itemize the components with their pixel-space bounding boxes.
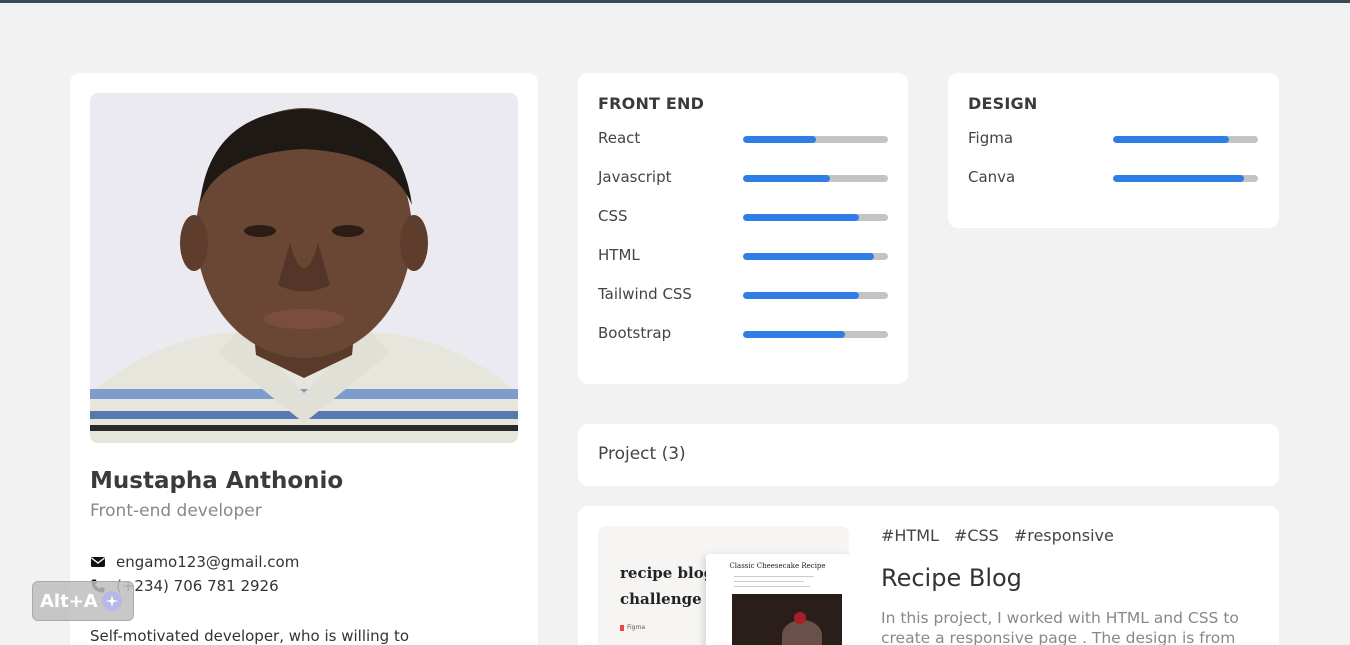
skill-bar-fill — [743, 136, 816, 143]
thumbnail-heading: challenge — [620, 590, 702, 608]
skill-bar-fill — [743, 214, 859, 221]
thumbnail-brand-label: Figma — [627, 624, 646, 631]
project-title[interactable]: Recipe Blog — [881, 564, 1022, 592]
skill-bar-fill — [1113, 175, 1244, 182]
design-skills-card: DESIGN Figma Canva — [948, 73, 1279, 228]
project-card[interactable]: recipe blog challenge Figma Classic Chee… — [578, 506, 1279, 645]
thumbnail-heading: recipe blog — [620, 564, 715, 582]
figma-icon — [620, 624, 624, 631]
projects-count-heading: Project (3) — [598, 444, 686, 464]
skill-row: CSS — [598, 207, 888, 229]
skill-name: React — [598, 129, 641, 147]
project-tag[interactable]: #responsive — [1014, 526, 1114, 545]
project-tag[interactable]: #HTML — [881, 526, 939, 545]
project-thumbnail[interactable]: recipe blog challenge Figma Classic Chee… — [598, 526, 849, 645]
skill-name: HTML — [598, 246, 640, 264]
project-tags: #HTML #CSS #responsive — [881, 526, 1114, 545]
skill-bar — [743, 214, 888, 221]
envelope-icon — [91, 557, 105, 567]
skill-name: Bootstrap — [598, 324, 672, 342]
email-text: engamo123@gmail.com — [116, 553, 300, 571]
berry-shape — [794, 612, 806, 624]
thumbnail-text-line — [734, 586, 810, 587]
skill-bar — [1113, 136, 1258, 143]
design-title: DESIGN — [968, 94, 1038, 113]
projects-header: Project (3) — [578, 424, 1279, 486]
thumbnail-text-line — [734, 581, 804, 582]
thumbnail-cake-image — [732, 594, 842, 645]
frontend-skills-card: FRONT END React Javascript CSS HTML Tail… — [578, 73, 908, 384]
skill-row: React — [598, 129, 888, 151]
profile-bio: Self-motivated developer, who is willing… — [90, 627, 410, 645]
skill-bar — [743, 175, 888, 182]
skill-row: Tailwind CSS — [598, 285, 888, 307]
phone-text: (+234) 706 781 2926 — [116, 577, 279, 595]
skill-row: Bootstrap — [598, 324, 888, 346]
skill-bar — [1113, 175, 1258, 182]
skill-name: Javascript — [598, 168, 672, 186]
skill-row: Canva — [968, 168, 1258, 190]
project-tag[interactable]: #CSS — [954, 526, 999, 545]
skill-bar-fill — [743, 331, 845, 338]
shortcut-badge[interactable]: Alt+A — [32, 581, 134, 621]
frontend-title: FRONT END — [598, 94, 705, 113]
email-contact[interactable]: engamo123@gmail.com — [90, 553, 299, 571]
profile-photo — [90, 93, 518, 443]
skill-bar — [743, 292, 888, 299]
skill-bar-fill — [743, 175, 830, 182]
profile-name: Mustapha Anthonio — [90, 468, 344, 494]
skill-bar-fill — [743, 292, 859, 299]
skill-row: Figma — [968, 129, 1258, 151]
thumbnail-page-preview: Classic Cheesecake Recipe — [706, 554, 849, 645]
thumbnail-page-title: Classic Cheesecake Recipe — [729, 562, 826, 570]
skill-name: Tailwind CSS — [598, 285, 692, 303]
skill-name: Canva — [968, 168, 1016, 186]
skill-name: CSS — [598, 207, 628, 225]
skill-bar-fill — [1113, 136, 1229, 143]
thumbnail-text-line — [734, 576, 814, 577]
skill-bar — [743, 136, 888, 143]
top-border — [0, 0, 1350, 3]
skill-bar — [743, 253, 888, 260]
cake-shape — [782, 620, 822, 645]
skill-row: Javascript — [598, 168, 888, 190]
shortcut-badge-label: Alt+A — [40, 590, 98, 612]
skill-bar-fill — [743, 253, 874, 260]
skill-row: HTML — [598, 246, 888, 268]
profile-card: Mustapha Anthonio Front-end developer en… — [70, 73, 538, 645]
skill-bar — [743, 331, 888, 338]
sparkle-icon — [101, 591, 122, 611]
thumbnail-brand: Figma — [620, 624, 645, 631]
project-description: In this project, I worked with HTML and … — [881, 609, 1239, 645]
profile-role: Front-end developer — [90, 501, 262, 521]
skill-name: Figma — [968, 129, 1014, 147]
